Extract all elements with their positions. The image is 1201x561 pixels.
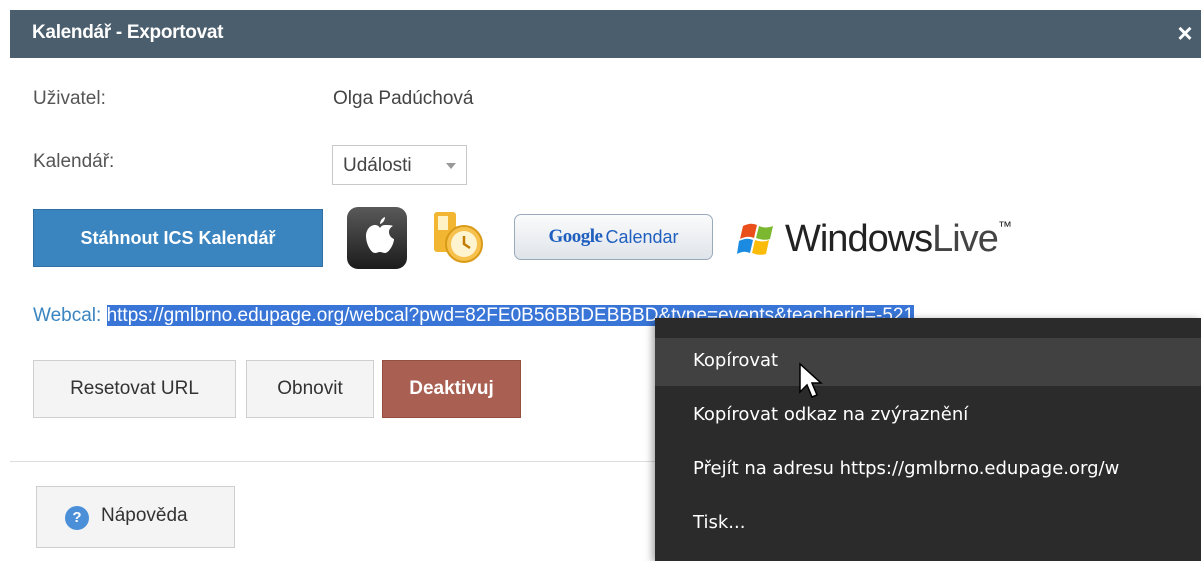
close-icon[interactable]: × — [1173, 20, 1197, 46]
windows-live-suffix: Live — [932, 218, 999, 260]
deactivate-button[interactable]: Deaktivuj — [382, 360, 521, 418]
reset-url-button[interactable]: Resetovat URL — [33, 360, 236, 418]
windows-live-brand: Windows — [785, 218, 933, 260]
google-calendar-text: Calendar — [605, 226, 679, 247]
mouse-cursor-icon — [799, 362, 823, 398]
calendar-label: Kalendář: — [33, 151, 115, 172]
context-menu-item-label: Přejít na adresu https://gmlbrno.edupage… — [693, 458, 1120, 479]
context-menu-item-label: Kopírovat — [693, 350, 779, 371]
refresh-button[interactable]: Obnovit — [246, 360, 374, 418]
chevron-down-icon — [446, 163, 456, 169]
user-label: Uživatel: — [33, 88, 106, 109]
context-menu: Kopírovat Kopírovat odkaz na zvýraznění … — [655, 318, 1201, 561]
google-calendar-icon[interactable]: Google Calendar — [514, 214, 713, 260]
webcal-label: Webcal: — [33, 305, 102, 326]
download-ics-button[interactable]: Stáhnout ICS Kalendář — [33, 209, 323, 267]
outlook-icon[interactable] — [430, 206, 488, 268]
windows-live-tm: ™ — [997, 218, 1012, 234]
user-value: Olga Padúchová — [333, 88, 474, 109]
help-label: Nápověda — [101, 505, 188, 526]
context-menu-item-print[interactable]: Tisk... — [655, 500, 1201, 548]
calendar-select[interactable]: Události — [332, 145, 467, 185]
windows-live-icon[interactable]: WindowsLive™ — [737, 214, 1037, 264]
windows-flag-icon — [737, 223, 773, 255]
dialog-title: Kalendář - Exportovat — [32, 22, 224, 43]
calendar-select-value: Události — [343, 155, 412, 176]
help-icon: ? — [65, 506, 89, 530]
dialog-titlebar: Kalendář - Exportovat × — [10, 10, 1201, 58]
google-brand: Google — [548, 226, 603, 248]
context-menu-item-label: Kopírovat odkaz na zvýraznění — [693, 404, 969, 425]
context-menu-item-copy[interactable]: Kopírovat — [655, 338, 1201, 386]
windows-live-text: WindowsLive™ — [785, 218, 1012, 261]
google-brand-text: Google — [548, 226, 603, 247]
help-button[interactable]: ? Nápověda — [36, 486, 235, 548]
context-menu-item-copy-highlight-link[interactable]: Kopírovat odkaz na zvýraznění — [655, 392, 1201, 440]
context-menu-item-label: Tisk... — [693, 512, 746, 533]
context-menu-item-go-to-address[interactable]: Přejít na adresu https://gmlbrno.edupage… — [655, 446, 1201, 494]
apple-icon[interactable] — [347, 207, 407, 269]
